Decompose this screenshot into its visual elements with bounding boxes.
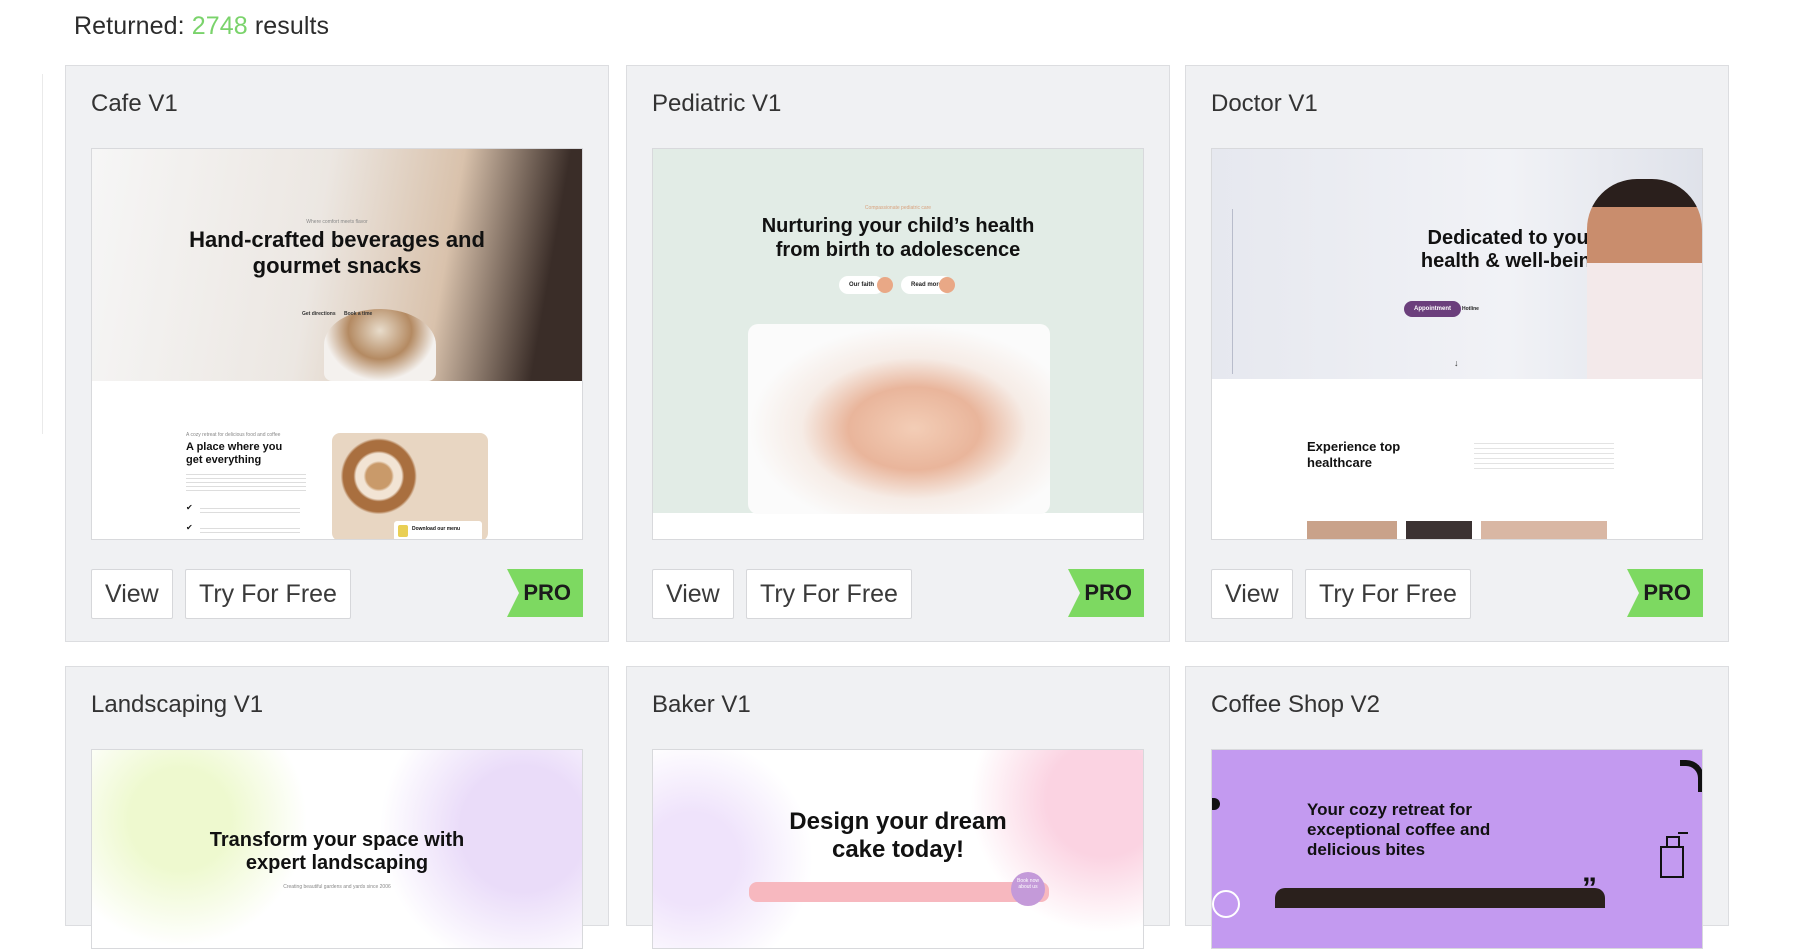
- template-thumbnail[interactable]: Design your dream cake today! Book now a…: [652, 749, 1144, 949]
- thumb-headline: from birth to adolescence: [775, 239, 1021, 261]
- template-card: Doctor V1 Dedicated to your health & wel…: [1185, 65, 1729, 642]
- thumb-paragraph: [186, 471, 306, 493]
- results-label: Returned:: [74, 12, 185, 40]
- divider: [42, 74, 43, 434]
- arrow-icon: [877, 277, 893, 293]
- thumb-subheading: get everything: [186, 454, 262, 466]
- thumb-subtext: Creating beautiful gardens and yards sin…: [283, 884, 391, 890]
- template-card: Coffee Shop V2 Your cozy retreat for exc…: [1185, 666, 1729, 949]
- template-thumbnail[interactable]: Transform your space with expert landsca…: [91, 749, 583, 949]
- thumb-headline: Your cozy retreat for: [1307, 800, 1473, 819]
- view-button[interactable]: View: [1211, 569, 1293, 619]
- arrow-icon: [939, 277, 955, 293]
- thumb-subheading: Experience top: [1307, 439, 1401, 454]
- circle-icon: [1212, 890, 1240, 918]
- card-title: Landscaping V1: [91, 691, 264, 718]
- thumb-kicker: Where comfort meets flavor: [306, 219, 368, 225]
- thumb-headline: Transform your space with: [209, 829, 465, 851]
- thumb-headline: gourmet snacks: [252, 253, 422, 278]
- try-for-free-button[interactable]: Try For Free: [185, 569, 351, 619]
- card-title: Baker V1: [652, 691, 751, 718]
- menu-icon: [398, 525, 408, 537]
- card-title: Cafe V1: [91, 90, 178, 117]
- template-card: Cafe V1 Where comfort meets flavor Hand-…: [65, 65, 609, 642]
- thumb-headline: delicious bites: [1307, 840, 1426, 859]
- card-title: Doctor V1: [1211, 90, 1318, 117]
- thumb-subheading: A place where you: [186, 441, 283, 453]
- book-badge: Book now about us: [1011, 872, 1045, 906]
- hero-line: [1232, 209, 1233, 374]
- thumb-link: Get directions: [302, 311, 336, 317]
- try-for-free-button[interactable]: Try For Free: [746, 569, 912, 619]
- view-button[interactable]: View: [91, 569, 173, 619]
- pro-badge: PRO: [1068, 569, 1144, 617]
- thumb-link: Book a time: [344, 311, 373, 317]
- thumb-headline: Design your dream: [789, 808, 1007, 835]
- down-arrow-icon: ↓: [1454, 358, 1459, 368]
- pro-badge: PRO: [507, 569, 583, 617]
- download-label: Download our menu: [412, 526, 461, 532]
- thumb-headline: exceptional coffee and: [1307, 820, 1491, 839]
- thumb-headline: cake today!: [831, 836, 965, 863]
- results-count: 2748: [191, 12, 248, 40]
- team-photos: [1307, 521, 1607, 539]
- template-card: Pediatric V1 Compassionate pediatric car…: [626, 65, 1170, 642]
- template-card: Landscaping V1 Transform your space with…: [65, 666, 609, 949]
- bullet-icon: [1212, 798, 1220, 810]
- coffee-photo: [1275, 888, 1605, 908]
- coffee-cup-image: [324, 309, 436, 381]
- book-badge-label: Book now about us: [1017, 878, 1039, 890]
- template-thumbnail[interactable]: Where comfort meets flavor Hand-crafted …: [91, 148, 583, 540]
- view-button[interactable]: View: [652, 569, 734, 619]
- thumb-kicker: Compassionate pediatric care: [864, 205, 932, 211]
- phone-icon: [1680, 760, 1702, 792]
- pro-badge: PRO: [1627, 569, 1703, 617]
- check-icon: ✔: [186, 503, 193, 512]
- thumb-paragraph: [1474, 439, 1614, 473]
- doctor-photo: [1587, 179, 1702, 379]
- template-card: Baker V1 Design your dream cake today! B…: [626, 666, 1170, 949]
- coffee-grinder-icon: [1654, 832, 1688, 878]
- try-for-free-button[interactable]: Try For Free: [1305, 569, 1471, 619]
- template-thumbnail[interactable]: Compassionate pediatric care Nurturing y…: [652, 148, 1144, 540]
- thumb-hotline: Hotline: [1462, 306, 1479, 312]
- thumb-headline: Hand-crafted beverages and: [189, 227, 485, 252]
- thumb-paragraph: [200, 525, 300, 535]
- download-card: Download our menu: [394, 521, 482, 539]
- baby-image: [748, 324, 1050, 514]
- results-summary: Returned: 2748 results: [74, 12, 329, 41]
- thumb-paragraph: [200, 505, 300, 515]
- cake-image: [749, 882, 1049, 902]
- template-thumbnail[interactable]: Your cozy retreat for exceptional coffee…: [1211, 749, 1703, 949]
- thumb-headline: Nurturing your child’s health: [761, 215, 1035, 237]
- thumb-footer: [653, 513, 1143, 539]
- check-icon: ✔: [186, 523, 193, 532]
- thumb-kicker: A cozy retreat for delicious food and co…: [186, 432, 281, 438]
- results-suffix: results: [254, 12, 330, 40]
- thumb-headline: expert landscaping: [245, 852, 429, 874]
- card-title: Coffee Shop V2: [1211, 691, 1381, 718]
- template-thumbnail[interactable]: Dedicated to your health & well-being Ap…: [1211, 148, 1703, 540]
- card-title: Pediatric V1: [652, 90, 782, 117]
- thumb-subheading: healthcare: [1307, 455, 1373, 470]
- thumb-button: Appointment: [1404, 301, 1461, 317]
